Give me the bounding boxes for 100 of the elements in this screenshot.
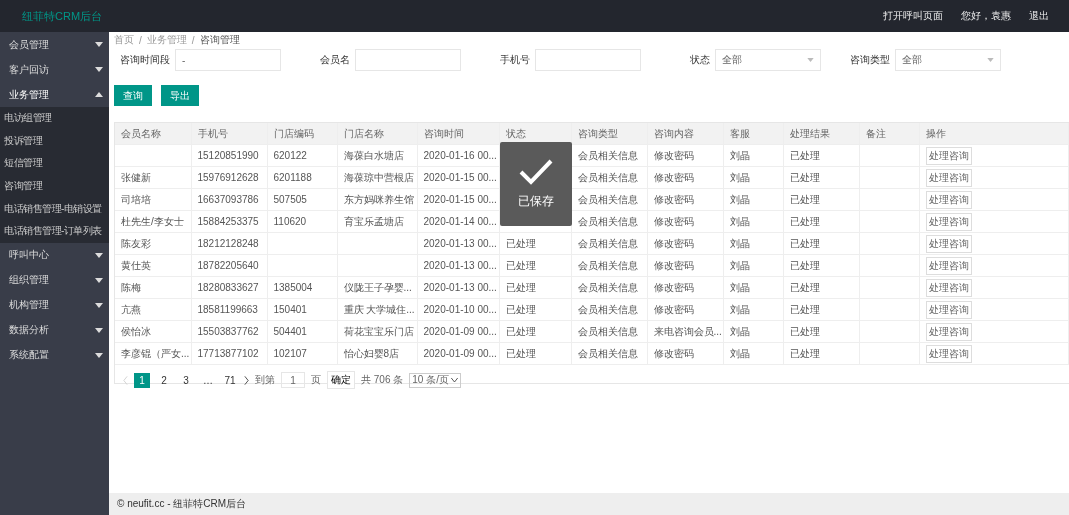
column-header: 处理结果: [789, 127, 830, 139]
caret-icon: [95, 277, 103, 283]
next-icon[interactable]: [244, 375, 249, 385]
submenu-item[interactable]: 投诉管理: [0, 129, 109, 153]
sidebar-item[interactable]: 呼叫中心: [0, 242, 109, 268]
sidebar-item[interactable]: 机构管理: [0, 292, 109, 318]
table-cell: 刘晶: [729, 193, 750, 205]
table-cell: 李彦锟（严女...: [121, 347, 190, 359]
select-field[interactable]: 全部: [895, 49, 1001, 71]
handle-button[interactable]: 处理咨询: [925, 300, 972, 319]
page-input[interactable]: 1: [281, 372, 305, 388]
column-header: 咨询内容: [653, 127, 694, 139]
caret-icon: [95, 252, 103, 258]
table-cell: 会员相关信息: [577, 215, 638, 227]
page-link[interactable]: 1: [134, 372, 150, 388]
table-cell: 已处理: [505, 237, 536, 249]
sidebar-item[interactable]: 业务管理: [0, 82, 109, 107]
page-link[interactable]: 3: [178, 372, 194, 388]
app-logo[interactable]: 纽菲特CRM后台: [22, 8, 103, 24]
action-button[interactable]: 查询: [114, 85, 152, 106]
input-field[interactable]: [535, 49, 641, 71]
handle-button[interactable]: 处理咨询: [925, 344, 972, 363]
page-link[interactable]: …: [200, 372, 216, 388]
submenu-item[interactable]: 电话销售管理-订单列表: [0, 219, 109, 243]
table-cell: 已处理: [505, 281, 536, 293]
table-cell: 已处理: [505, 347, 536, 359]
submenu-item[interactable]: 咨询管理: [0, 174, 109, 198]
table-cell: 刘晶: [729, 215, 750, 227]
table-cell: 杜先生/李女士: [121, 215, 184, 227]
sidebar-item[interactable]: 组织管理: [0, 267, 109, 293]
sidebar-item[interactable]: 会员管理: [0, 32, 109, 57]
table-cell: 已处理: [789, 193, 820, 205]
table-cell: 修改密码: [653, 281, 694, 293]
table-cell: 18782205640: [197, 260, 259, 271]
check-icon: [519, 158, 553, 185]
caret-icon: [95, 92, 103, 97]
filter-label: 状态: [689, 53, 710, 67]
table-cell: 2020-01-10 00...: [423, 304, 497, 315]
caret-icon: [95, 67, 103, 72]
handle-button[interactable]: 处理咨询: [925, 146, 972, 165]
table-cell: 15976912628: [197, 172, 259, 183]
submenu-item[interactable]: 短信管理: [0, 152, 109, 175]
table-cell: 15503837762: [197, 326, 259, 337]
table-cell: 已处理: [789, 325, 820, 337]
sidebar-item[interactable]: 客户回访: [0, 57, 109, 82]
page-link[interactable]: 2: [156, 372, 172, 388]
column-header: 门店编码: [273, 127, 314, 139]
table-cell: 1385004: [273, 282, 313, 293]
header-link[interactable]: 您好，袁惠: [961, 9, 1011, 23]
table-cell: 507505: [273, 194, 307, 205]
submenu-item[interactable]: 电访组管理: [0, 107, 109, 130]
handle-button[interactable]: 处理咨询: [925, 322, 972, 341]
footer-text: © neufit.cc - 纽菲特CRM后台: [117, 497, 247, 511]
table-cell: 刘晶: [729, 303, 750, 315]
handle-button[interactable]: 处理咨询: [925, 168, 972, 187]
table-cell: 刘晶: [729, 347, 750, 359]
table-cell: 2020-01-14 00...: [423, 216, 497, 227]
prev-icon[interactable]: [123, 375, 128, 385]
table-cell: 修改密码: [653, 303, 694, 315]
table-cell: 刘晶: [729, 171, 750, 183]
submenu-item[interactable]: 电话销售管理-电销设置: [0, 197, 109, 220]
input-field[interactable]: [355, 49, 461, 71]
goto-label: 到第: [255, 373, 275, 387]
column-header: 会员名称: [121, 127, 161, 139]
table-cell: 18581199663: [197, 304, 258, 315]
caret-icon: [95, 352, 103, 358]
column-header: 客服: [729, 127, 750, 139]
table-cell: 会员相关信息: [577, 259, 638, 271]
breadcrumb-item[interactable]: 咨询管理: [199, 33, 240, 47]
column-header: 咨询时间: [423, 127, 464, 139]
sidebar-item[interactable]: 数据分析: [0, 317, 109, 343]
handle-button[interactable]: 处理咨询: [925, 190, 972, 209]
page-link[interactable]: 71: [222, 372, 238, 388]
table-cell: 海葆琼中营根店: [343, 171, 414, 183]
table-cell: 620122: [273, 150, 307, 161]
table-cell: 2020-01-16 00...: [423, 150, 497, 161]
table-cell: 2020-01-09 00...: [423, 326, 497, 337]
header-link[interactable]: 退出: [1029, 9, 1049, 23]
input-field[interactable]: -: [175, 49, 281, 71]
handle-button[interactable]: 处理咨询: [925, 234, 972, 253]
table-cell: 已处理: [505, 325, 536, 337]
confirm-button[interactable]: 确定: [327, 371, 355, 389]
sidebar-item[interactable]: 系统配置: [0, 342, 109, 368]
caret-icon: [95, 302, 103, 308]
handle-button[interactable]: 处理咨询: [925, 278, 972, 297]
table-cell: 修改密码: [653, 215, 694, 227]
select-field[interactable]: 全部: [715, 49, 821, 71]
table-cell: 陈友彩: [121, 237, 151, 249]
page-unit: 页: [311, 373, 321, 387]
table-cell: 怡心妇婴8店: [343, 347, 400, 359]
table-cell: 已处理: [789, 281, 820, 293]
header-link[interactable]: 打开呼叫页面: [883, 9, 943, 23]
handle-button[interactable]: 处理咨询: [925, 212, 972, 231]
action-button[interactable]: 导出: [161, 85, 199, 106]
table-cell: 2020-01-09 00...: [423, 348, 497, 359]
table-cell: 已处理: [789, 259, 820, 271]
caret-icon: [95, 42, 103, 47]
handle-button[interactable]: 处理咨询: [925, 256, 972, 275]
page-size-select[interactable]: 10 条/页: [409, 372, 461, 388]
table-cell: 2020-01-13 00...: [423, 260, 497, 271]
